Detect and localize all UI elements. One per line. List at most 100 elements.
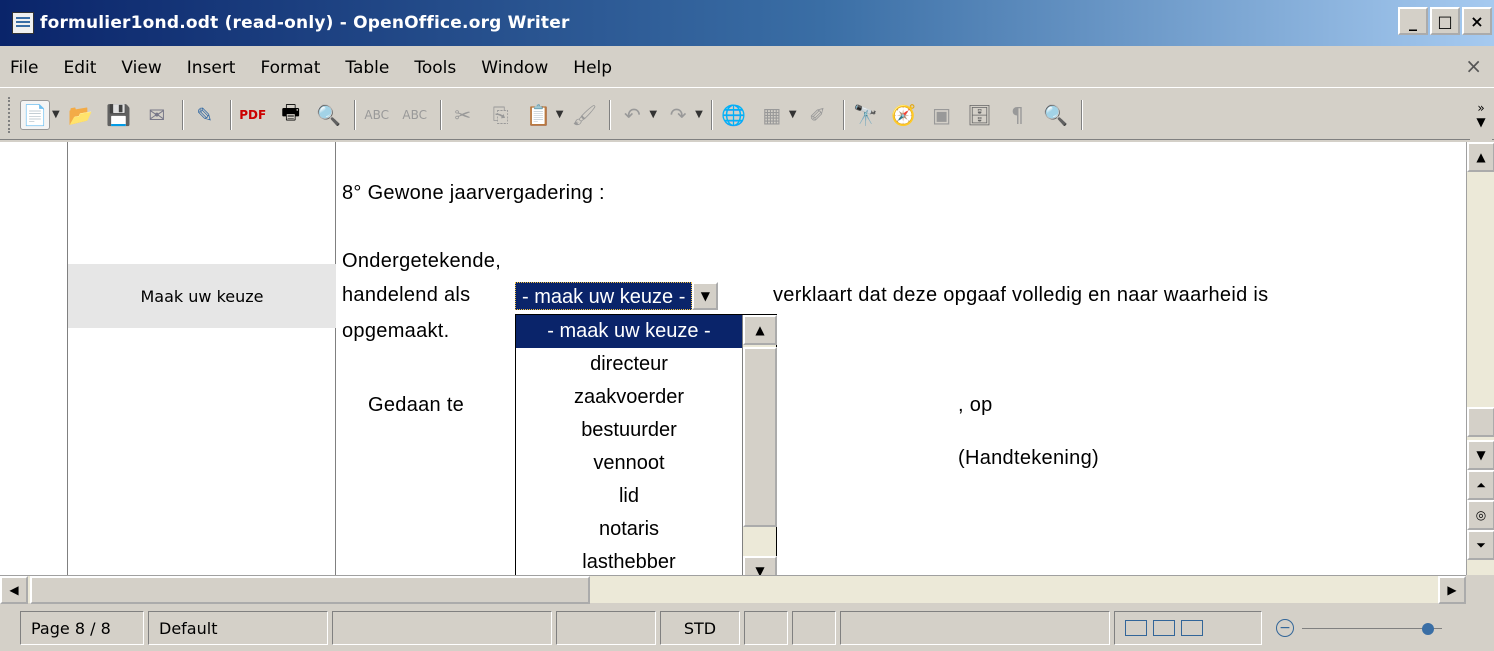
scroll-left-icon[interactable]: ◀ bbox=[0, 576, 28, 604]
scrollbar-corner bbox=[1466, 575, 1494, 603]
menu-bar: File Edit View Insert Format Table Tools… bbox=[0, 48, 1494, 88]
zoom-icon[interactable]: 🔍 bbox=[1041, 100, 1071, 130]
table-icon[interactable]: ▦ bbox=[757, 100, 787, 130]
paste-dropdown-arrow[interactable]: ▼ bbox=[556, 109, 564, 120]
window-title: formulier1ond.odt (read-only) - OpenOffi… bbox=[40, 13, 570, 33]
toolbar-overflow-button[interactable]: » ▼ bbox=[1470, 90, 1492, 140]
undo-icon[interactable]: ↶ bbox=[617, 100, 647, 130]
vertical-scrollbar[interactable]: ▲ ▼ ⏶ ◎ ⏷ bbox=[1466, 142, 1494, 575]
open-folder-icon[interactable]: 📂 bbox=[66, 100, 96, 130]
dropdown-option[interactable]: bestuurder bbox=[516, 414, 742, 447]
single-page-view-icon[interactable] bbox=[1125, 620, 1147, 636]
toolbar-separator bbox=[353, 99, 356, 130]
dropdown-option[interactable]: notaris bbox=[516, 513, 742, 546]
object-info-cell bbox=[840, 611, 1110, 645]
save-icon[interactable]: 💾 bbox=[104, 100, 134, 130]
gallery-icon[interactable]: ▣ bbox=[927, 100, 957, 130]
dropdown-options: - maak uw keuze - directeur zaakvoerder … bbox=[516, 315, 742, 575]
menu-window[interactable]: Window bbox=[481, 58, 548, 78]
table-dropdown-arrow[interactable]: ▼ bbox=[789, 109, 797, 120]
spellcheck-icon[interactable]: ABC bbox=[362, 100, 392, 130]
new-document-icon[interactable]: 📄 bbox=[20, 99, 50, 130]
page-preview-icon[interactable]: 🔍 bbox=[314, 100, 344, 130]
page-indicator[interactable]: Page 8 / 8 bbox=[20, 611, 144, 645]
selection-mode[interactable]: STD bbox=[660, 611, 740, 645]
zoom-track[interactable] bbox=[1302, 622, 1442, 635]
scroll-right-icon[interactable]: ▶ bbox=[1438, 576, 1466, 604]
menu-edit[interactable]: Edit bbox=[63, 58, 96, 78]
role-dropdown-list[interactable]: - maak uw keuze - directeur zaakvoerder … bbox=[515, 314, 777, 575]
dropdown-option[interactable]: - maak uw keuze - bbox=[516, 315, 742, 348]
scroll-down-icon[interactable]: ▼ bbox=[743, 556, 777, 575]
find-replace-icon[interactable]: 🔭 bbox=[851, 100, 881, 130]
show-draw-functions-icon[interactable]: ✐ bbox=[803, 100, 833, 130]
dropdown-scrollbar[interactable]: ▲ ▼ bbox=[742, 315, 777, 575]
menu-insert[interactable]: Insert bbox=[187, 58, 236, 78]
zoom-out-icon[interactable]: − bbox=[1276, 619, 1294, 637]
book-view-icon[interactable] bbox=[1181, 620, 1203, 636]
minimize-button[interactable]: _ bbox=[1398, 7, 1428, 35]
menu-format[interactable]: Format bbox=[260, 58, 320, 78]
scroll-up-icon[interactable]: ▲ bbox=[1467, 142, 1494, 172]
view-layout-controls bbox=[1125, 620, 1203, 636]
toolbar-separator bbox=[1080, 99, 1083, 130]
cut-icon[interactable]: ✂ bbox=[448, 100, 478, 130]
menu-help[interactable]: Help bbox=[573, 58, 612, 78]
insert-mode-cell[interactable] bbox=[556, 611, 656, 645]
role-combo-box[interactable]: - maak uw keuze - ▼ bbox=[515, 282, 719, 310]
close-button[interactable]: × bbox=[1462, 7, 1492, 35]
combo-dropdown-button[interactable]: ▼ bbox=[692, 282, 719, 310]
print-icon[interactable]: 🖶 bbox=[276, 100, 306, 130]
email-icon[interactable]: ✉ bbox=[142, 100, 172, 130]
scroll-up-icon[interactable]: ▲ bbox=[743, 315, 777, 345]
nonprinting-characters-icon[interactable]: ¶ bbox=[1003, 100, 1033, 130]
role-combo-value[interactable]: - maak uw keuze - bbox=[515, 282, 693, 310]
menu-view[interactable]: View bbox=[121, 58, 161, 78]
vertical-scroll-thumb[interactable] bbox=[1467, 407, 1494, 437]
redo-dropdown-arrow[interactable]: ▼ bbox=[695, 109, 703, 120]
menu-table[interactable]: Table bbox=[345, 58, 389, 78]
maximize-button[interactable]: □ bbox=[1430, 7, 1460, 35]
margin-note-label: Maak uw keuze bbox=[140, 286, 264, 306]
edit-file-icon[interactable]: ✎ bbox=[190, 100, 220, 130]
autospellcheck-icon[interactable]: ABC bbox=[400, 100, 430, 130]
standard-toolbar: 📄 ▼ 📂 💾 ✉ ✎ PDF 🖶 🔍 ABC ABC ✂ ⎘ 📋 ▼ 🖌 ↶ … bbox=[0, 90, 1494, 140]
redo-icon[interactable]: ↷ bbox=[663, 100, 693, 130]
view-layout-cell bbox=[1114, 611, 1262, 645]
copy-icon[interactable]: ⎘ bbox=[486, 100, 516, 130]
status-bar: Page 8 / 8 Default STD − bbox=[0, 605, 1494, 651]
toolbar-separator bbox=[229, 99, 232, 130]
declaration-text: verklaart dat deze opgaaf volledig en na… bbox=[773, 284, 1269, 306]
paste-icon[interactable]: 📋 bbox=[524, 100, 554, 130]
multi-page-view-icon[interactable] bbox=[1153, 620, 1175, 636]
dropdown-option[interactable]: lid bbox=[516, 480, 742, 513]
format-paintbrush-icon[interactable]: 🖌 bbox=[569, 100, 599, 130]
margin-note[interactable]: Maak uw keuze bbox=[68, 264, 336, 328]
toolbar-grip[interactable] bbox=[8, 96, 12, 133]
dropdown-option[interactable]: directeur bbox=[516, 348, 742, 381]
next-page-icon[interactable]: ⏷ bbox=[1467, 530, 1494, 560]
zoom-knob[interactable] bbox=[1422, 622, 1434, 635]
navigation-icon[interactable]: ◎ bbox=[1467, 500, 1494, 530]
previous-page-icon[interactable]: ⏶ bbox=[1467, 470, 1494, 500]
horizontal-scrollbar[interactable]: ◀ ▶ bbox=[0, 575, 1466, 604]
dropdown-option[interactable]: zaakvoerder bbox=[516, 381, 742, 414]
navigator-icon[interactable]: 🧭 bbox=[889, 100, 919, 130]
dropdown-scroll-thumb[interactable] bbox=[743, 347, 777, 527]
dropdown-option[interactable]: lasthebber bbox=[516, 546, 742, 575]
chevron-down-icon: ▼ bbox=[700, 289, 710, 303]
zoom-slider[interactable]: − bbox=[1266, 611, 1456, 645]
new-dropdown-arrow[interactable]: ▼ bbox=[52, 109, 60, 120]
hyperlink-icon[interactable]: 🌐 bbox=[719, 100, 749, 130]
menu-tools[interactable]: Tools bbox=[414, 58, 456, 78]
data-sources-icon[interactable]: 🗄 bbox=[965, 100, 995, 130]
close-document-button[interactable]: × bbox=[1465, 54, 1482, 78]
page-style[interactable]: Default bbox=[148, 611, 328, 645]
export-pdf-icon[interactable]: PDF bbox=[238, 100, 268, 130]
horizontal-scroll-thumb[interactable] bbox=[30, 576, 590, 604]
document-area[interactable]: Maak uw keuze 8° Gewone jaarvergadering … bbox=[0, 142, 1466, 575]
scroll-down-icon[interactable]: ▼ bbox=[1467, 440, 1494, 470]
menu-file[interactable]: File bbox=[10, 58, 38, 78]
dropdown-option[interactable]: vennoot bbox=[516, 447, 742, 480]
undo-dropdown-arrow[interactable]: ▼ bbox=[649, 109, 657, 120]
